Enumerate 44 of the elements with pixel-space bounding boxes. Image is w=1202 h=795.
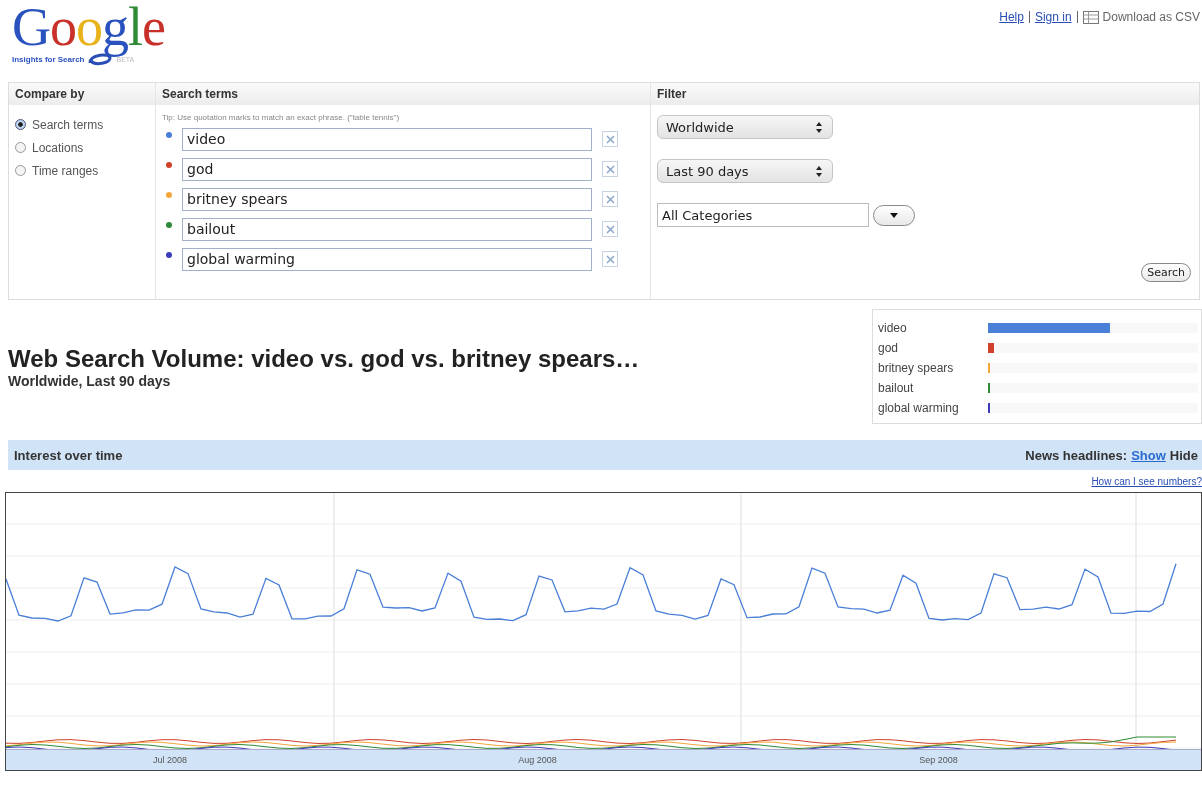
radio-label: Locations [32,140,84,155]
month-label: Sep 2008 [919,755,958,765]
download-link[interactable]: Download as CSV [1102,10,1200,24]
up-down-arrows-icon[interactable] [816,121,822,133]
radio-label: Search terms [32,117,104,132]
column-heading: Compare by [9,83,155,105]
column-heading: Filter [651,83,1199,105]
dropdown-button[interactable] [873,204,915,226]
section-title: Interest over time [14,447,123,463]
month-label: Jul 2008 [153,755,187,765]
search-term-field[interactable]: britney spears [182,187,592,211]
table-icon[interactable] [1082,10,1099,24]
radio-label: Time ranges [32,163,99,178]
legend-label: bailout [878,381,915,395]
legend-label: god [878,341,900,355]
news-label: News headlines: [1025,447,1128,463]
search-term-field[interactable]: video [182,127,592,151]
search-term-field[interactable]: global warming [182,247,592,271]
logo-subtitle: Insights for Search [12,54,85,64]
radio-button[interactable] [15,142,26,153]
month-label: Aug 2008 [518,755,557,765]
numbers-help-link[interactable]: How can I see numbers? [1091,475,1202,487]
header-link[interactable]: Help [999,10,1024,24]
caret-icon[interactable] [890,212,898,218]
tip-text: Tip: Use quotation marks to match an exact phrase. ("table tennis") [162,113,401,122]
result-subtitle: Worldwide, Last 90 days [8,372,172,389]
legend-label: global warming [878,401,960,415]
category-field[interactable]: All Categories [657,203,869,227]
search-term-field[interactable]: bailout [182,217,592,241]
column-heading: Search terms [156,83,650,105]
dropdown[interactable]: Last 90 days [657,159,833,183]
news-toggle[interactable]: Hide [1169,447,1198,463]
news-toggle[interactable]: Show [1131,447,1166,463]
radio-button[interactable] [15,119,26,130]
header-link[interactable]: Sign in [1034,10,1072,24]
legend-label: video [878,321,908,335]
result-title: Web Search Volume: video vs. god vs. britney spears… [8,344,640,373]
radio-button[interactable] [15,165,26,176]
legend-label: britney spears [878,361,955,375]
dropdown[interactable]: Worldwide [657,115,833,139]
search-term-field[interactable]: god [182,157,592,181]
up-down-arrows-icon[interactable] [816,165,822,177]
google-logo: Google [12,0,165,57]
search-button[interactable]: Search [1141,263,1191,282]
